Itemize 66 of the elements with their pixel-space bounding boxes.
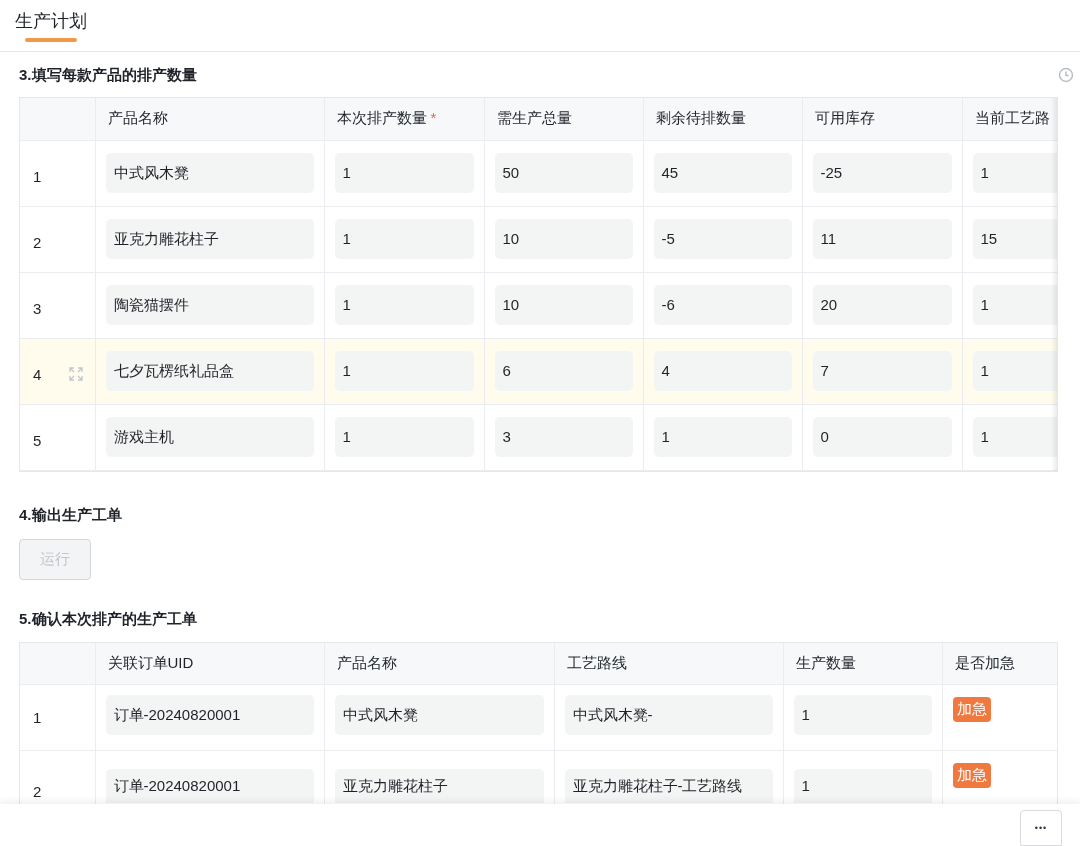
column-header: 产品名称: [107, 109, 168, 127]
table-field[interactable]: 1: [972, 153, 1057, 193]
table-field[interactable]: 15: [972, 219, 1057, 259]
row-number: 1: [33, 167, 42, 185]
column-header: 剩余待排数量: [655, 109, 746, 127]
page-tab[interactable]: 生产计划: [15, 0, 87, 42]
table-field[interactable]: 亚克力雕花柱子: [334, 769, 544, 803]
row-number: 1: [33, 709, 42, 726]
table-field[interactable]: 0: [812, 417, 952, 457]
table-field[interactable]: 1: [793, 695, 932, 735]
table-field[interactable]: 1: [334, 153, 474, 193]
table-field[interactable]: 亚克力雕花柱子: [105, 219, 314, 259]
row-number: 2: [33, 233, 42, 251]
table-field[interactable]: 10: [494, 219, 633, 259]
table-field[interactable]: 10: [494, 285, 633, 325]
urgent-tag: 加急: [952, 697, 991, 722]
table-field[interactable]: 3: [494, 417, 633, 457]
column-header: 生产数量: [795, 653, 856, 671]
row-number: 5: [33, 431, 42, 449]
row-number: 4: [33, 365, 42, 383]
table-field[interactable]: 中式风木凳: [334, 695, 544, 735]
table-field[interactable]: 1: [972, 351, 1057, 391]
row-number: 2: [33, 783, 42, 800]
table-field[interactable]: 中式风木凳-: [564, 695, 773, 735]
table-field[interactable]: 1: [972, 285, 1057, 325]
table-field[interactable]: 订单-20240820001: [105, 769, 314, 803]
section-title: 4.输出生产工单: [19, 505, 123, 525]
table-field[interactable]: -6: [653, 285, 792, 325]
column-header: 本次排产数量: [336, 109, 427, 127]
column-header: 可用库存: [814, 109, 875, 127]
column-header: 产品名称: [336, 653, 397, 671]
table-field[interactable]: 11: [812, 219, 952, 259]
table-field[interactable]: 1: [334, 219, 474, 259]
table-field[interactable]: 1: [793, 769, 932, 803]
row-number: 3: [33, 299, 42, 317]
table-field[interactable]: 4: [653, 351, 792, 391]
expand-icon[interactable]: [68, 366, 85, 382]
column-header: 工艺路线: [566, 653, 627, 671]
column-header: 当前工艺路: [974, 109, 1050, 127]
urgent-tag: 加急: [952, 763, 991, 788]
section-title: 5.确认本次排产的生产工单: [19, 609, 198, 629]
required-mark: *: [430, 109, 437, 127]
table-field[interactable]: 1: [653, 417, 792, 457]
more-button[interactable]: •••: [1020, 810, 1062, 846]
section-title: 3.填写每款产品的排产数量: [19, 64, 197, 85]
table-field[interactable]: 50: [494, 153, 633, 193]
column-header: 是否加急: [954, 653, 1015, 671]
column-header: 关联订单UID: [107, 653, 194, 671]
table-field[interactable]: 7: [812, 351, 952, 391]
column-header: 需生产总量: [496, 109, 572, 127]
table-field[interactable]: 中式风木凳: [105, 153, 314, 193]
table-field[interactable]: 1: [334, 417, 474, 457]
table-field[interactable]: 七夕瓦楞纸礼品盒: [105, 351, 314, 391]
table-field[interactable]: 1: [972, 417, 1057, 457]
table-field[interactable]: 订单-20240820001: [105, 695, 314, 735]
table-field[interactable]: 陶瓷猫摆件: [105, 285, 314, 325]
table-field[interactable]: 游戏主机: [105, 417, 314, 457]
history-icon[interactable]: [1058, 66, 1074, 83]
table-field[interactable]: 亚克力雕花柱子-工艺路线: [564, 769, 773, 803]
table-field[interactable]: 45: [653, 153, 792, 193]
table-field[interactable]: -5: [653, 219, 792, 259]
table-field[interactable]: 1: [334, 285, 474, 325]
table-field[interactable]: -25: [812, 153, 952, 193]
table-field[interactable]: 1: [334, 351, 474, 391]
table-field[interactable]: 20: [812, 285, 952, 325]
table-field[interactable]: 6: [494, 351, 633, 391]
